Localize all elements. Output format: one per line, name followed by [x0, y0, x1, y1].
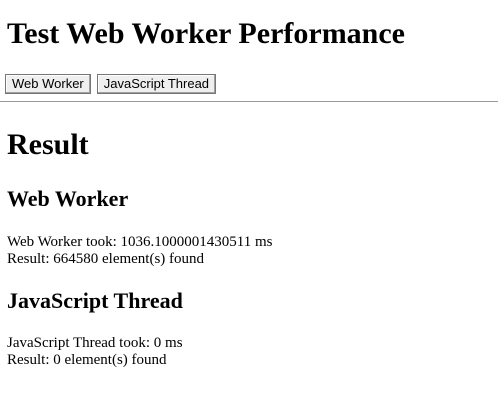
divider	[0, 101, 498, 102]
javascript-thread-button[interactable]: JavaScript Thread	[96, 74, 217, 94]
javascript-thread-heading: JavaScript Thread	[7, 288, 183, 313]
web-worker-button[interactable]: Web Worker	[5, 74, 91, 94]
toolbar: Web Worker JavaScript Thread	[5, 74, 217, 94]
result-heading: Result	[7, 128, 89, 161]
web-worker-heading: Web Worker	[7, 186, 129, 211]
page-title: Test Web Worker Performance	[7, 17, 405, 50]
web-worker-timing-text: Web Worker took: 1036.1000001430511 ms	[7, 234, 273, 250]
javascript-thread-timing-text: JavaScript Thread took: 0 ms	[7, 335, 183, 351]
javascript-thread-result-text: Result: 0 element(s) found	[7, 352, 167, 368]
page: Test Web Worker Performance Web Worker J…	[0, 0, 498, 401]
web-worker-result-text: Result: 664580 element(s) found	[7, 251, 205, 267]
